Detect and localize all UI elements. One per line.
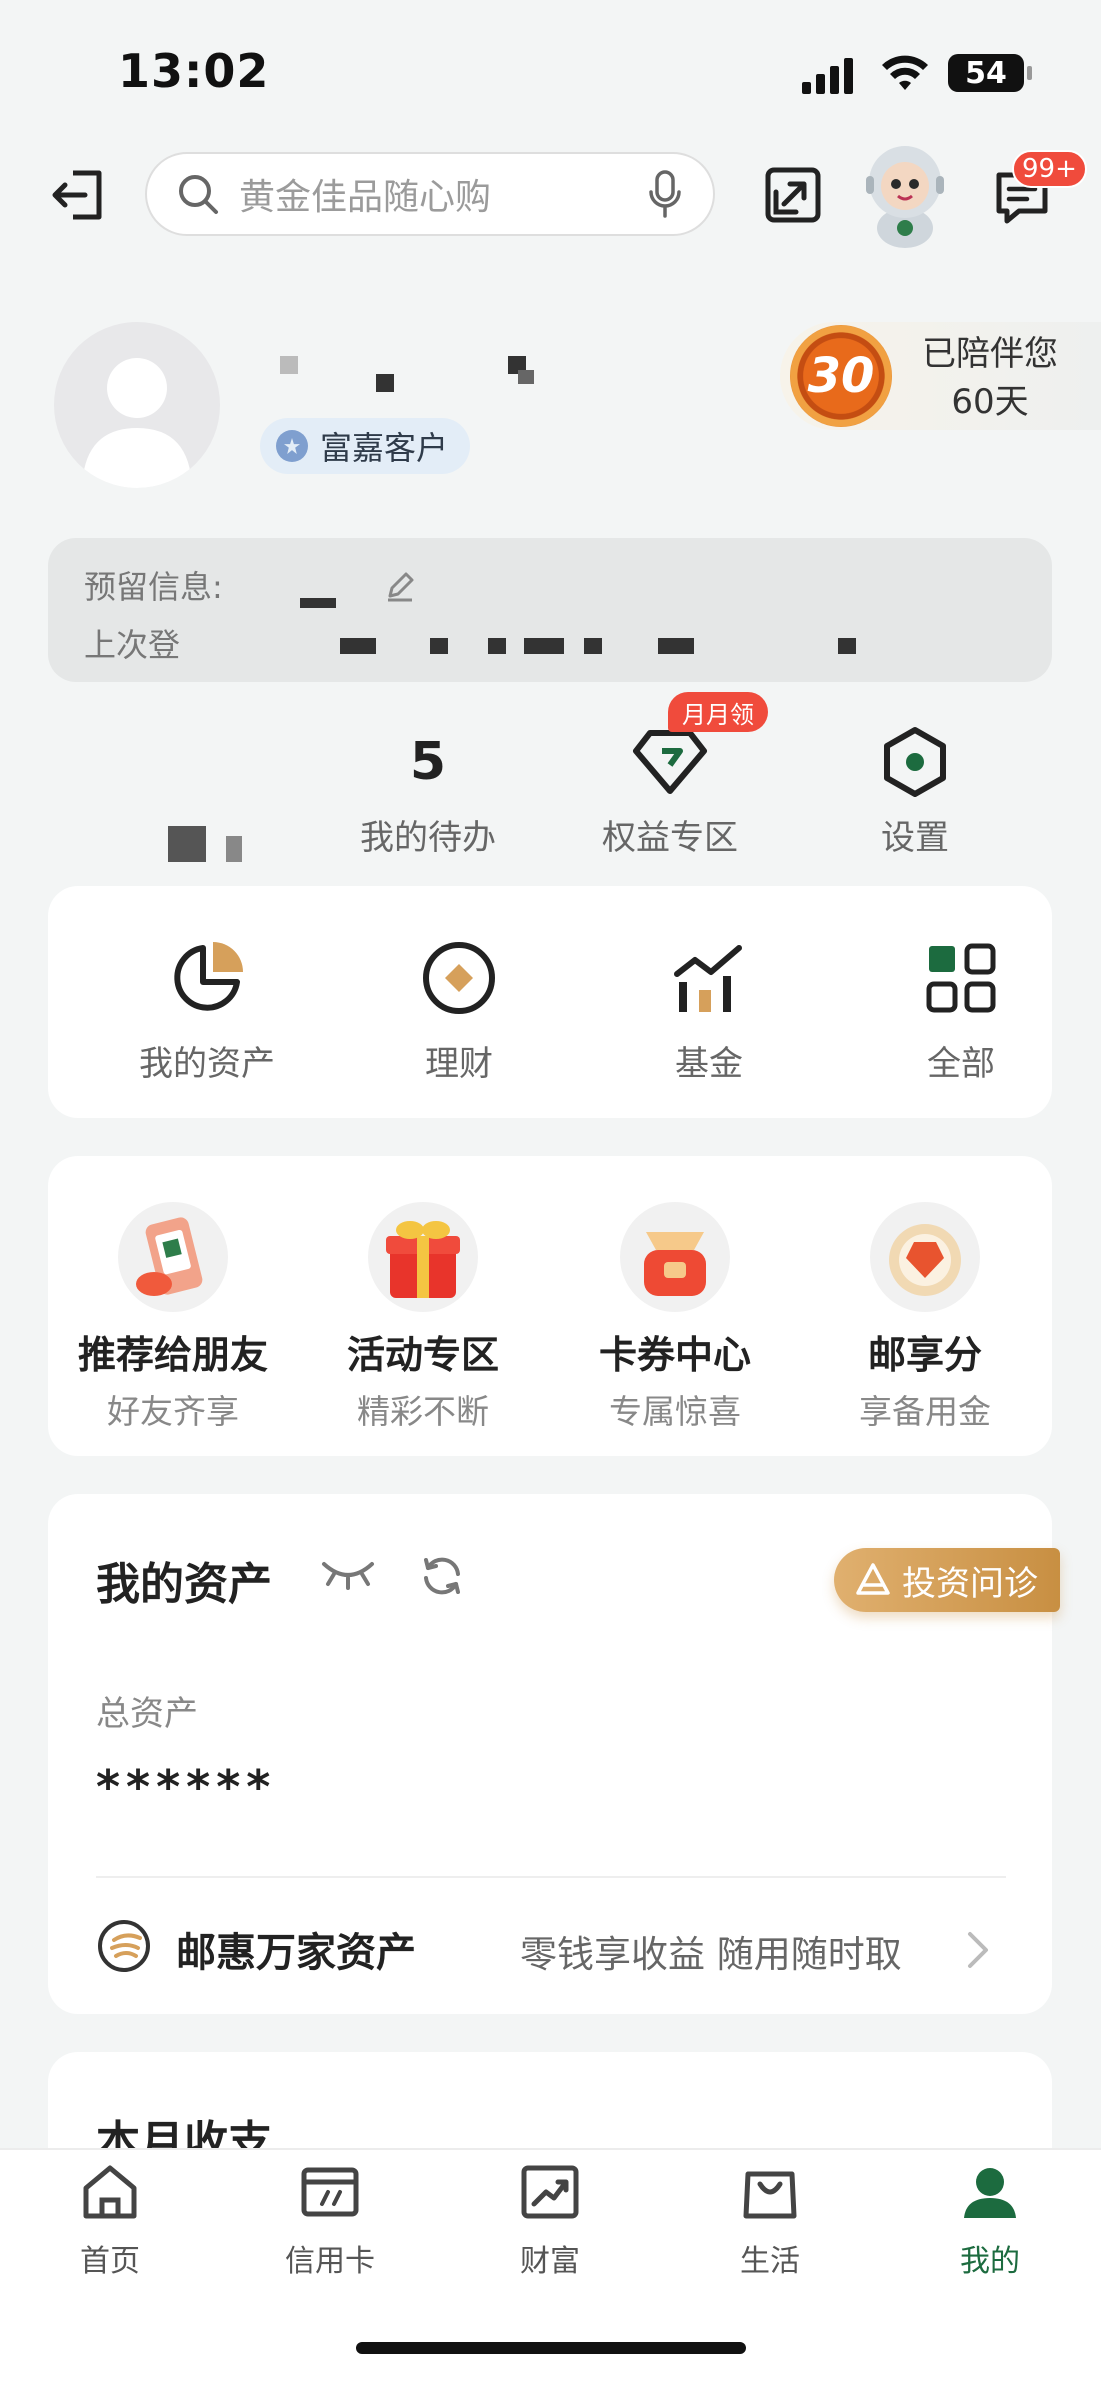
user-silhouette-icon: [82, 358, 192, 488]
monthly-reward-badge: 月月领: [668, 692, 768, 732]
chevron-right-icon[interactable]: [966, 1930, 990, 1970]
invest-label: 投资问诊: [902, 1563, 1038, 1604]
tab-wealth[interactable]: 财富: [470, 2160, 630, 2280]
home-icon: [83, 2165, 137, 2219]
product-title[interactable]: 邮惠万家资产: [176, 1920, 416, 1978]
my-todo-entry[interactable]: 5 我的待办: [328, 722, 528, 859]
promo-subtitle: 享备用金: [859, 1392, 991, 1431]
gem-ring-icon: [870, 1202, 980, 1312]
vip-level-badge[interactable]: 富嘉客户: [260, 418, 471, 474]
companion-line1: 已陪伴您: [922, 334, 1058, 374]
todo-label: 我的待办: [360, 818, 496, 858]
settings-entry[interactable]: 设置: [815, 722, 1015, 859]
grid-wealth-management[interactable]: 理财: [334, 938, 584, 1085]
feature-grid-card: 我的资产 理财 基金 全部: [48, 886, 1052, 1118]
masked-item: [168, 826, 248, 866]
rights-label: 权益专区: [602, 818, 738, 858]
divider: [96, 1876, 1006, 1878]
triangle-alert-icon: [856, 1563, 890, 1595]
crown-icon: [276, 430, 308, 462]
grid-label: 理财: [425, 1044, 493, 1084]
todo-count: 5: [409, 732, 447, 792]
reserved-info-card: 预留信息: 上次登: [48, 538, 1052, 682]
battery-icon: 54: [948, 54, 1032, 92]
tab-label: 生活: [740, 2244, 800, 2279]
status-time: 13:02: [118, 44, 270, 98]
edit-icon[interactable]: [384, 570, 416, 602]
promo-title: 推荐给朋友: [77, 1333, 268, 1377]
tab-life[interactable]: 生活: [690, 2160, 850, 2280]
avatar[interactable]: [54, 322, 220, 488]
promo-subtitle: 好友齐享: [107, 1392, 239, 1431]
settings-label: 设置: [881, 818, 949, 858]
search-icon: [179, 175, 218, 214]
message-badge: 99+: [1012, 150, 1087, 188]
logout-icon[interactable]: [44, 160, 114, 230]
tab-label: 首页: [80, 2244, 140, 2279]
tab-label: 我的: [960, 2244, 1020, 2279]
search-input[interactable]: 黄金佳品随心购: [145, 152, 715, 236]
tab-credit-card[interactable]: 信用卡: [250, 2160, 410, 2280]
grid-label: 我的资产: [139, 1044, 275, 1084]
diamond-icon: [633, 730, 707, 794]
grid-all[interactable]: 全部: [836, 938, 1086, 1085]
gift-box-icon: [368, 1202, 478, 1312]
total-assets-label: 总资产: [96, 1694, 198, 1734]
bar-chart-icon: [674, 945, 742, 1012]
companion-days-text: 已陪伴您 60天: [900, 330, 1080, 426]
tab-mine[interactable]: 我的: [910, 2160, 1070, 2280]
share-screen-icon[interactable]: [760, 162, 826, 228]
refresh-icon[interactable]: [418, 1552, 466, 1600]
tab-home[interactable]: 首页: [30, 2160, 190, 2280]
grid-fund[interactable]: 基金: [584, 938, 834, 1085]
promo-title: 活动专区: [346, 1333, 499, 1377]
apps-grid-icon: [926, 943, 996, 1013]
user-icon: [964, 2168, 1016, 2218]
companion-line2: 60天: [951, 382, 1029, 422]
total-assets-value: ******: [96, 1760, 277, 1814]
rights-zone-entry[interactable]: 权益专区: [570, 722, 770, 859]
product-desc[interactable]: 零钱享收益 随用随时取: [520, 1924, 902, 1978]
promo-points[interactable]: 邮享分 享备用金: [800, 1202, 1050, 1433]
tab-label: 信用卡: [285, 2244, 375, 2279]
credit-card-icon: [301, 2167, 359, 2217]
promo-activity-zone[interactable]: 活动专区 精彩不断: [298, 1202, 548, 1433]
trend-chart-icon: [521, 2165, 579, 2219]
reserved-info-label: 预留信息:: [84, 568, 223, 606]
microphone-icon[interactable]: [647, 170, 683, 218]
shopping-bag-icon: [743, 2171, 797, 2219]
promo-subtitle: 专属惊喜: [609, 1392, 741, 1431]
coupon-box-icon: [620, 1202, 730, 1312]
promo-card: 推荐给朋友 好友齐享 活动专区 精彩不断 卡券中心 专属惊喜 邮享分 享备用金: [48, 1156, 1052, 1456]
signal-icon: [802, 58, 853, 94]
pie-chart-icon: [174, 942, 243, 1011]
vip-label: 富嘉客户: [320, 429, 449, 467]
search-placeholder: 黄金佳品随心购: [239, 177, 492, 218]
promo-title: 邮享分: [867, 1333, 982, 1377]
phone-qr-icon: [118, 1202, 228, 1312]
promo-subtitle: 精彩不断: [357, 1392, 489, 1431]
wifi-icon: [882, 55, 928, 90]
hide-eye-icon[interactable]: [320, 1556, 376, 1592]
investment-diagnosis-button[interactable]: 投资问诊: [834, 1548, 1060, 1612]
last-login-label: 上次登: [84, 626, 181, 664]
anniversary-medal-icon: 30: [790, 325, 892, 427]
youhui-logo-icon: [98, 1920, 150, 1972]
tab-label: 财富: [520, 2244, 580, 2279]
grid-my-assets[interactable]: 我的资产: [82, 938, 332, 1085]
coin-icon: [423, 942, 495, 1014]
assistant-robot-icon[interactable]: [860, 140, 950, 250]
grid-label: 全部: [927, 1044, 995, 1084]
assets-title: 我的资产: [96, 1559, 272, 1610]
settings-hexagon-icon: [884, 727, 946, 797]
promo-coupon-center[interactable]: 卡券中心 专属惊喜: [550, 1202, 800, 1433]
grid-label: 基金: [675, 1044, 743, 1084]
promo-title: 卡券中心: [598, 1333, 751, 1377]
home-indicator[interactable]: [356, 2342, 746, 2354]
promo-refer-friend[interactable]: 推荐给朋友 好友齐享: [48, 1202, 298, 1433]
